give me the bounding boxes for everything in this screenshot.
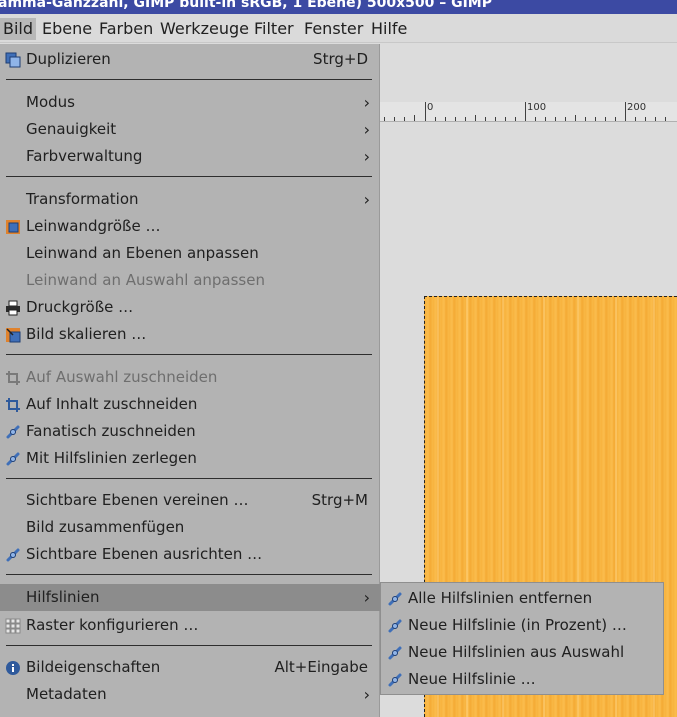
chevron-right-icon: › (363, 685, 370, 704)
menu-item-metadata[interactable]: Metadaten › (0, 681, 380, 708)
menu-separator (6, 176, 372, 177)
menu-item-duplicate[interactable]: Duplizieren Strg+D (0, 46, 380, 73)
menu-item-fit-canvas-selection[interactable]: Leinwand an Auswahl anpassen (0, 267, 380, 294)
plugin-icon (387, 618, 403, 634)
plugin-icon (387, 645, 403, 661)
title-bar: amma-Ganzzahl, GIMP built-in sRGB, 1 Ebe… (0, 0, 677, 14)
menubar-item-ebene[interactable]: Ebene (39, 18, 95, 40)
ruler-label: 200 (627, 102, 647, 113)
crop-icon (5, 370, 21, 386)
info-icon (5, 660, 21, 676)
menu-item-precision[interactable]: Genauigkeit › (0, 116, 380, 143)
menubar-item-werkzeuge[interactable]: Werkzeuge (157, 18, 252, 40)
guides-submenu: Alle Hilfslinien entfernen Neue Hilfslin… (380, 582, 664, 695)
printer-icon (5, 300, 21, 316)
menu-item-zealous-crop[interactable]: Fanatisch zuschneiden (0, 418, 380, 445)
grid-icon (5, 618, 21, 634)
horizontal-ruler[interactable]: 0 100 200 (380, 102, 677, 122)
chevron-right-icon: › (363, 588, 370, 607)
ruler-label: 100 (527, 102, 547, 113)
chevron-right-icon: › (363, 93, 370, 112)
chevron-right-icon: › (363, 190, 370, 209)
canvas-size-icon (5, 219, 21, 235)
menu-bar: Bild Ebene Farben Werkzeuge Filter Fenst… (0, 14, 677, 43)
submenu-item-new-guide-percent[interactable]: Neue Hilfslinie (in Prozent) … (381, 612, 663, 639)
crop-icon (5, 397, 21, 413)
menubar-item-hilfe[interactable]: Hilfe (368, 18, 410, 40)
menubar-item-bild[interactable]: Bild (0, 18, 37, 40)
menu-separator (6, 478, 372, 479)
menu-item-flatten[interactable]: Bild zusammenfügen (0, 514, 380, 541)
menubar-item-farben[interactable]: Farben (96, 18, 156, 40)
submenu-item-new-guide[interactable]: Neue Hilfslinie … (381, 666, 663, 693)
plugin-icon (387, 591, 403, 607)
menu-separator (6, 574, 372, 575)
menu-item-mode[interactable]: Modus › (0, 89, 380, 116)
plugin-icon (5, 547, 21, 563)
plugin-icon (387, 672, 403, 688)
submenu-item-guides-from-selection[interactable]: Neue Hilfslinien aus Auswahl (381, 639, 663, 666)
menu-item-fit-canvas-layers[interactable]: Leinwand an Ebenen anpassen (0, 240, 380, 267)
menu-item-print-size[interactable]: Druckgröße … (0, 294, 380, 321)
image-menu-dropdown: Duplizieren Strg+D Modus › Genauigkeit ›… (0, 44, 380, 717)
menu-item-guillotine[interactable]: Mit Hilfslinien zerlegen (0, 445, 380, 472)
submenu-item-remove-all-guides[interactable]: Alle Hilfslinien entfernen (381, 585, 663, 612)
window-title: amma-Ganzzahl, GIMP built-in sRGB, 1 Ebe… (0, 0, 492, 11)
menu-item-color-management[interactable]: Farbverwaltung › (0, 143, 380, 170)
ruler-label: 0 (427, 102, 434, 113)
menu-item-canvas-size[interactable]: Leinwandgröße … (0, 213, 380, 240)
menu-item-crop-selection[interactable]: Auf Auswahl zuschneiden (0, 364, 380, 391)
chevron-right-icon: › (363, 147, 370, 166)
menu-item-configure-grid[interactable]: Raster konfigurieren … (0, 612, 380, 639)
menu-item-image-properties[interactable]: Bildeigenschaften Alt+Eingabe (0, 654, 380, 681)
menu-item-merge-visible[interactable]: Sichtbare Ebenen vereinen … Strg+M (0, 487, 380, 514)
plugin-icon (5, 424, 21, 440)
menu-item-crop-content[interactable]: Auf Inhalt zuschneiden (0, 391, 380, 418)
menu-separator (6, 645, 372, 646)
menu-separator (6, 354, 372, 355)
menu-item-guides[interactable]: Hilfslinien › (0, 584, 380, 611)
menubar-item-fenster[interactable]: Fenster (301, 18, 366, 40)
plugin-icon (5, 451, 21, 467)
duplicate-icon (5, 52, 21, 68)
scale-icon (5, 327, 21, 343)
menu-item-align-visible[interactable]: Sichtbare Ebenen ausrichten … (0, 541, 380, 568)
menu-item-transform[interactable]: Transformation › (0, 186, 380, 213)
chevron-right-icon: › (363, 120, 370, 139)
menu-separator (6, 79, 372, 80)
menu-item-scale-image[interactable]: Bild skalieren … (0, 321, 380, 348)
menubar-item-filter[interactable]: Filter (251, 18, 297, 40)
